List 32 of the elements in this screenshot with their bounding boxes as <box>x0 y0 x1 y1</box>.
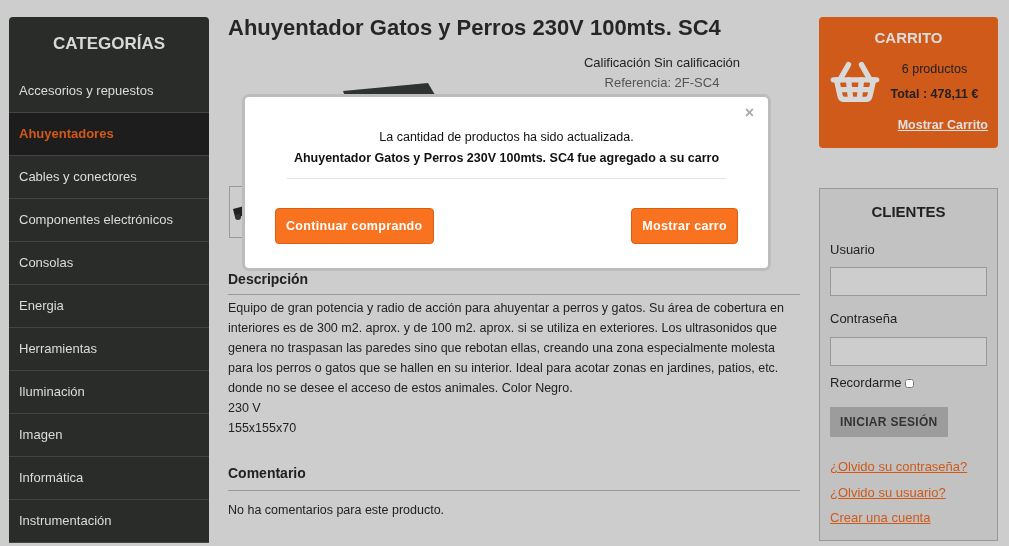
field-label: Usuario <box>830 240 875 259</box>
category-item[interactable]: Imagen <box>9 414 209 457</box>
category-item[interactable]: Iluminación <box>9 371 209 414</box>
dialog-message: Ahuyentador Gatos y Perros 230V 100mts. SC4 fue agregado a su carro <box>293 150 720 167</box>
login-button[interactable]: INICIAR SESIÓN <box>830 407 948 437</box>
category-item[interactable]: Consolas <box>9 242 209 285</box>
category-item[interactable]: Componentes electrónicos <box>9 199 209 242</box>
category-item[interactable]: Informática <box>9 457 209 500</box>
field-label: Contraseña <box>830 310 898 328</box>
spec-text: 230 V <box>228 400 261 417</box>
cart-count: 6 productos <box>901 60 968 78</box>
cart-total: Total : 478,11 € <box>890 85 979 103</box>
panel-title: CATEGORÍAS <box>51 32 167 55</box>
input-field[interactable] <box>830 267 987 296</box>
panel-title: CARRITO <box>873 28 944 48</box>
category-item[interactable]: Ahuyentadores <box>9 113 209 156</box>
section-heading: Comentario <box>228 463 800 491</box>
product-title: Ahuyentador Gatos y Perros 230V 100mts. SC4 <box>228 17 722 39</box>
category-item[interactable]: Herramientas <box>9 328 209 371</box>
category-item[interactable]: Energia <box>9 285 209 328</box>
category-item[interactable]: Cables y conectores <box>9 156 209 199</box>
rating-text: Calificación Sin calificación <box>583 54 740 72</box>
spec-text: 155x155x70 <box>228 420 297 437</box>
comments-text: No ha comentarios para este producto. <box>228 502 445 519</box>
dialog-message: La cantidad de productos ha sido actualizada. <box>379 129 634 146</box>
field-label: Recordarme <box>830 373 902 392</box>
reference-text: Referencia: 2F-SC4 <box>604 74 720 92</box>
remember-checkbox[interactable] <box>904 379 914 389</box>
description-text: Equipo de gran potencia y radio de acción para ahuyentar a perros y gatos. Su área de cobertura en interiores es de 300 m2. aprox. y de 100 m2. aprox. si se utiliza en exteriores. Los ultrasonidos que genera no traspasan las paredes sino que rebotan ellas, creando una zona especialmente molesta para los perros o gatos que se hallen en su interior. Ideal para acotar zonas en jardines, patios, etc. donde no se desee el acceso de estos animales. Color Negro. <box>228 300 785 397</box>
input-field[interactable] <box>830 336 987 366</box>
category-item[interactable]: Instrumentación <box>9 500 209 543</box>
panel-title: CLIENTES <box>870 202 947 222</box>
